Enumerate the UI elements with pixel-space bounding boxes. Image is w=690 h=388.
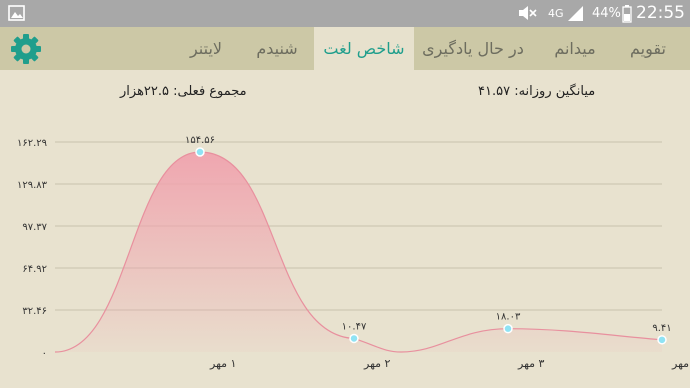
total-count: مجموع فعلی: ۲۲.۵هزار [120, 84, 247, 99]
data-label: ۹.۴۱ [652, 323, 671, 334]
tab-calendar[interactable]: تقویم [618, 27, 678, 70]
data-label: ۱۸.۰۳ [496, 312, 521, 323]
tab-leitner[interactable]: لایتنر [174, 27, 238, 70]
gear-icon[interactable] [10, 33, 42, 65]
battery-icon [622, 0, 632, 27]
status-bar: 4G 44% 22:55 [0, 0, 690, 27]
gallery-icon [8, 0, 26, 27]
y-tick-label: ۰ [42, 348, 47, 359]
data-point[interactable] [657, 335, 667, 345]
mute-icon [516, 0, 538, 27]
x-tick-label: ۳ مهر [517, 357, 545, 370]
data-point[interactable] [195, 147, 205, 157]
tab-known[interactable]: میدانم [540, 27, 610, 70]
tab-heard[interactable]: شنیدم [246, 27, 308, 70]
x-tick-label: ۱ مهر [209, 357, 236, 370]
clock: 22:55 [636, 3, 685, 23]
y-tick-label: ۹۷.۳۷ [22, 222, 47, 233]
word-index-chart: ۰ ۳۲.۴۶ ۶۴.۹۲ ۹۷.۳۷ ۱۲۹.۸۳ ۱۶۲.۲۹ ۱۵۴.۵۶ ۱۰.۴۷… [17, 135, 690, 370]
battery-percent: 44% [592, 6, 621, 21]
y-tick-label: ۳۲.۴۶ [22, 306, 47, 317]
tab-bar: تقویم میدانم در حال یادگیری شاخص لغت شنی… [0, 27, 690, 70]
data-label: ۱۰.۴۷ [342, 321, 367, 332]
data-label: ۱۵۴.۵۶ [185, 135, 215, 146]
x-tick-label: ۴ مهر [671, 357, 690, 370]
network-type: 4G [548, 7, 564, 20]
y-tick-label: ۶۴.۹۲ [22, 264, 47, 275]
data-point[interactable] [503, 323, 513, 334]
tab-learning[interactable]: در حال یادگیری [414, 27, 532, 70]
daily-average: میانگین روزانه: ۴۱.۵۷ [478, 84, 596, 99]
x-tick-label: ۲ مهر [363, 357, 391, 370]
y-tick-label: ۱۲۹.۸۳ [17, 180, 48, 191]
tab-word-index[interactable]: شاخص لغت [314, 27, 414, 70]
data-point[interactable] [349, 333, 359, 344]
y-tick-label: ۱۶۲.۲۹ [17, 138, 47, 149]
signal-icon [566, 0, 586, 27]
